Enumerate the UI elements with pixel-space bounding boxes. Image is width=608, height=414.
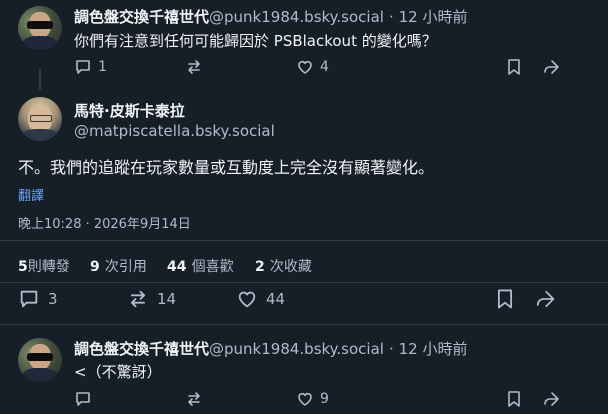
- bookmark-icon: [508, 59, 520, 75]
- post-timestamp[interactable]: 晚上10:28 · 2026年9月14日: [18, 213, 191, 232]
- share-icon: [544, 392, 559, 406]
- translate-link[interactable]: 翻譯: [18, 185, 44, 204]
- reply-icon: [76, 392, 90, 406]
- reply-button[interactable]: 3: [18, 288, 58, 310]
- post-author[interactable]: 調色盤交換千禧世代: [74, 8, 209, 26]
- post-author[interactable]: 調色盤交換千禧世代: [74, 340, 209, 358]
- like-button[interactable]: 44: [236, 288, 285, 310]
- bookmark-button[interactable]: [506, 58, 522, 76]
- heart-icon: [298, 393, 312, 406]
- share-button[interactable]: [533, 288, 557, 310]
- post-handle[interactable]: @punk1984.bsky.social: [209, 8, 384, 26]
- repost-icon: [130, 290, 146, 308]
- post-author[interactable]: 馬特·皮斯卡泰拉: [74, 100, 185, 121]
- post-handle[interactable]: @matpiscatella.bsky.social: [74, 122, 275, 140]
- repost-icon: [188, 392, 200, 406]
- heart-icon: [238, 291, 256, 308]
- share-button[interactable]: [541, 390, 561, 408]
- reply-icon: [20, 290, 38, 308]
- repost-button[interactable]: 14: [127, 288, 176, 310]
- bookmark-icon: [497, 289, 513, 309]
- heart-icon: [298, 61, 312, 74]
- post-text: <（不驚訝）: [74, 363, 162, 381]
- reply-button[interactable]: [74, 390, 92, 408]
- repost-button[interactable]: [185, 390, 203, 408]
- saves-stat[interactable]: 2 次收藏: [255, 256, 312, 276]
- quotes-stat[interactable]: 9 次引用: [90, 256, 147, 276]
- post-text: 你們有注意到任何可能歸因於 PSBlackout 的變化嗎？: [74, 32, 437, 50]
- post-text: 不。我們的追蹤在玩家數量或互動度上完全沒有顯著變化。: [18, 158, 435, 177]
- bookmark-button[interactable]: [495, 288, 515, 310]
- repost-button[interactable]: [185, 58, 203, 76]
- avatar[interactable]: [18, 6, 62, 50]
- avatar[interactable]: [18, 97, 62, 141]
- share-button[interactable]: [541, 58, 561, 76]
- repost-icon: [188, 60, 200, 74]
- share-icon: [544, 60, 559, 74]
- post-handle[interactable]: @punk1984.bsky.social: [209, 340, 384, 358]
- post-time[interactable]: · 12 小時前: [389, 340, 467, 358]
- reply-button[interactable]: 1: [74, 58, 107, 76]
- avatar[interactable]: [18, 338, 62, 382]
- bookmark-button[interactable]: [506, 390, 522, 408]
- reposts-stat[interactable]: 5則轉發: [18, 256, 70, 276]
- post-time[interactable]: · 12 小時前: [389, 8, 467, 26]
- share-icon: [536, 290, 555, 308]
- likes-stat[interactable]: 44 個喜歡: [167, 256, 234, 276]
- like-button[interactable]: 4: [296, 58, 329, 76]
- thread-line: [39, 68, 41, 90]
- reply-icon: [76, 60, 90, 74]
- like-button[interactable]: 9: [296, 390, 329, 408]
- bookmark-icon: [508, 391, 520, 407]
